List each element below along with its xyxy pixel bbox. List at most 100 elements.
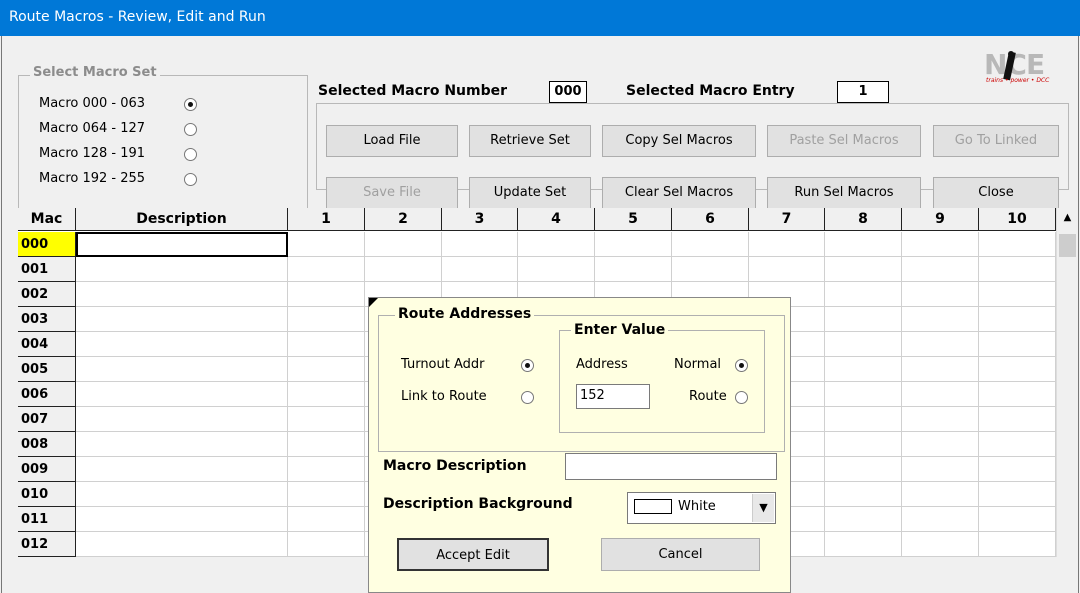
turnout-addr-radio[interactable] [521, 359, 534, 372]
save-file-button[interactable]: Save File [326, 177, 458, 209]
row-header[interactable]: 002 [18, 282, 76, 307]
entry-cell[interactable] [288, 457, 365, 482]
run-sel-macros-button[interactable]: Run Sel Macros [767, 177, 921, 209]
row-header[interactable]: 003 [18, 307, 76, 332]
entry-cell[interactable] [365, 232, 442, 257]
entry-cell[interactable] [749, 232, 825, 257]
entry-cell[interactable] [902, 482, 979, 507]
macro-set-option-3[interactable]: Macro 192 - 255 [39, 171, 145, 186]
entry-cell[interactable] [979, 432, 1056, 457]
entry-cell[interactable] [825, 232, 902, 257]
load-file-button[interactable]: Load File [326, 125, 458, 157]
entry-cell[interactable] [902, 432, 979, 457]
accept-edit-button[interactable]: Accept Edit [397, 538, 549, 571]
description-cell[interactable] [76, 432, 288, 457]
entry-cell[interactable] [979, 232, 1056, 257]
entry-cell[interactable] [825, 407, 902, 432]
entry-cell[interactable] [902, 332, 979, 357]
retrieve-set-button[interactable]: Retrieve Set [469, 125, 591, 157]
clear-sel-macros-button[interactable]: Clear Sel Macros [602, 177, 756, 209]
macro-set-radio-1[interactable] [184, 123, 197, 136]
grid-header-col[interactable]: 4 [518, 208, 595, 231]
entry-cell[interactable] [979, 507, 1056, 532]
copy-sel-macros-button[interactable]: Copy Sel Macros [602, 125, 756, 157]
macro-set-option-2[interactable]: Macro 128 - 191 [39, 146, 145, 161]
dropdown-arrow-icon[interactable]: ▼ [752, 494, 774, 522]
normal-radio[interactable] [735, 359, 748, 372]
entry-cell[interactable] [288, 282, 365, 307]
entry-cell[interactable] [288, 382, 365, 407]
entry-cell[interactable] [979, 307, 1056, 332]
description-cell[interactable] [76, 382, 288, 407]
entry-cell[interactable] [288, 482, 365, 507]
row-header[interactable]: 007 [18, 407, 76, 432]
grid-header-description[interactable]: Description [76, 208, 288, 231]
description-cell[interactable] [76, 282, 288, 307]
entry-cell[interactable] [288, 357, 365, 382]
route-radio[interactable] [735, 391, 748, 404]
entry-cell[interactable] [979, 382, 1056, 407]
row-header[interactable]: 000 [18, 232, 76, 257]
grid-header-col[interactable]: 3 [442, 208, 518, 231]
entry-cell[interactable] [672, 257, 749, 282]
grid-header-mac[interactable]: Mac [18, 208, 76, 231]
entry-cell[interactable] [979, 532, 1056, 557]
entry-cell[interactable] [902, 282, 979, 307]
entry-cell[interactable] [518, 257, 595, 282]
paste-sel-macros-button[interactable]: Paste Sel Macros [767, 125, 921, 157]
description-cell[interactable] [76, 357, 288, 382]
entry-cell[interactable] [979, 357, 1056, 382]
row-header[interactable]: 009 [18, 457, 76, 482]
link-to-route-radio[interactable] [521, 391, 534, 404]
entry-cell[interactable] [979, 482, 1056, 507]
title-bar[interactable]: Route Macros - Review, Edit and Run [0, 0, 1080, 36]
entry-cell[interactable] [288, 257, 365, 282]
close-button[interactable]: Close [933, 177, 1059, 209]
description-cell[interactable] [76, 532, 288, 557]
description-cell[interactable] [76, 407, 288, 432]
entry-cell[interactable] [288, 407, 365, 432]
background-color-select[interactable]: White ▼ [627, 492, 776, 524]
row-header[interactable]: 005 [18, 357, 76, 382]
grid-header-col[interactable]: 7 [749, 208, 825, 231]
entry-cell[interactable] [442, 232, 518, 257]
grid-header-col[interactable]: 5 [595, 208, 672, 231]
entry-cell[interactable] [979, 407, 1056, 432]
row-header[interactable]: 012 [18, 532, 76, 557]
entry-cell[interactable] [672, 232, 749, 257]
entry-cell[interactable] [825, 507, 902, 532]
entry-cell[interactable] [288, 532, 365, 557]
row-header[interactable]: 001 [18, 257, 76, 282]
description-cell[interactable] [76, 332, 288, 357]
entry-cell[interactable] [749, 257, 825, 282]
description-cell[interactable] [76, 507, 288, 532]
macro-set-radio-0[interactable] [184, 98, 197, 111]
entry-cell[interactable] [825, 532, 902, 557]
entry-cell[interactable] [825, 382, 902, 407]
description-cell[interactable] [76, 457, 288, 482]
entry-cell[interactable] [902, 407, 979, 432]
macro-set-radio-2[interactable] [184, 148, 197, 161]
entry-cell[interactable] [825, 332, 902, 357]
macro-set-radio-3[interactable] [184, 173, 197, 186]
grid-header-col[interactable]: 8 [825, 208, 902, 231]
entry-cell[interactable] [288, 332, 365, 357]
grid-header-col[interactable]: 6 [672, 208, 749, 231]
entry-cell[interactable] [902, 532, 979, 557]
cancel-button[interactable]: Cancel [601, 538, 760, 571]
description-cell[interactable] [76, 257, 288, 282]
selected-description-cell[interactable] [76, 232, 288, 257]
entry-cell[interactable] [902, 357, 979, 382]
vertical-scrollbar[interactable]: ▲ [1056, 208, 1078, 557]
entry-cell[interactable] [595, 257, 672, 282]
address-input[interactable]: 152 [576, 384, 650, 409]
description-cell[interactable] [76, 482, 288, 507]
entry-cell[interactable] [825, 282, 902, 307]
entry-cell[interactable] [902, 232, 979, 257]
go-to-linked-button[interactable]: Go To Linked [933, 125, 1059, 157]
entry-cell[interactable] [595, 232, 672, 257]
macro-description-input[interactable] [565, 453, 777, 480]
description-cell[interactable] [76, 307, 288, 332]
entry-cell[interactable] [518, 232, 595, 257]
entry-cell[interactable] [902, 457, 979, 482]
